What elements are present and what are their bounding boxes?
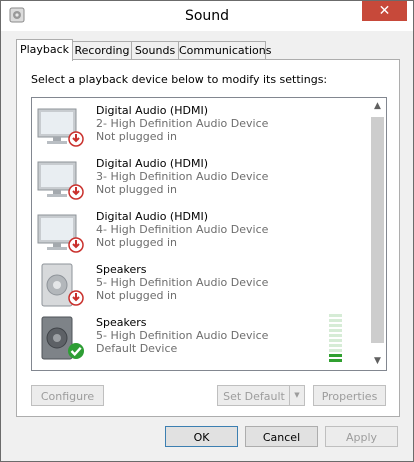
- device-driver: 3- High Definition Audio Device: [96, 170, 269, 183]
- device-list[interactable]: Digital Audio (HDMI) 2- High Definition …: [31, 97, 387, 371]
- device-name: Digital Audio (HDMI): [96, 104, 208, 117]
- device-info: Speakers 5- High Definition Audio Device…: [96, 263, 268, 302]
- scroll-down-arrow-icon[interactable]: ▼: [369, 353, 386, 370]
- device-name: Digital Audio (HDMI): [96, 157, 208, 170]
- window-title: Sound: [184, 8, 230, 24]
- device-item-speakers-unplugged[interactable]: Speakers 5- High Definition Audio Device…: [32, 257, 367, 310]
- device-driver: 5- High Definition Audio Device: [96, 329, 269, 342]
- monitor-icon: [37, 161, 84, 200]
- default-check-icon: [68, 343, 84, 359]
- playback-panel: Select a playback device below to modify…: [16, 59, 400, 417]
- device-item-hdmi-2[interactable]: Digital Audio (HDMI) 2- High Definition …: [32, 98, 367, 151]
- apply-button[interactable]: Apply: [325, 426, 398, 447]
- device-driver: 5- High Definition Audio Device: [96, 276, 269, 289]
- tab-sounds[interactable]: Sounds: [131, 41, 179, 59]
- device-item-speakers-default[interactable]: Speakers 5- High Definition Audio Device…: [32, 310, 367, 363]
- level-bar: [329, 314, 342, 317]
- instruction-text: Select a playback device below to modify…: [31, 73, 328, 86]
- level-bar: [329, 339, 342, 342]
- device-status: Not plugged in: [96, 236, 178, 249]
- level-bar: [329, 324, 342, 327]
- device-name: Speakers: [96, 263, 147, 276]
- level-bar: [329, 344, 342, 347]
- device-item-hdmi-3[interactable]: Digital Audio (HDMI) 3- High Definition …: [32, 151, 367, 204]
- level-bar: [329, 319, 342, 322]
- device-list-scrollbar[interactable]: ▲ ▼: [369, 98, 386, 370]
- tab-playback[interactable]: Playback: [16, 39, 73, 61]
- device-status: Not plugged in: [96, 183, 178, 196]
- title-bar: Sound ✕: [1, 1, 413, 31]
- close-button[interactable]: ✕: [362, 1, 407, 21]
- device-status: Not plugged in: [96, 130, 178, 143]
- device-info: Digital Audio (HDMI) 2- High Definition …: [96, 104, 268, 143]
- device-name: Speakers: [96, 316, 147, 329]
- level-bar: [329, 329, 342, 332]
- chevron-down-icon[interactable]: ▼: [289, 386, 304, 405]
- device-item-hdmi-4[interactable]: Digital Audio (HDMI) 4- High Definition …: [32, 204, 367, 257]
- monitor-icon: [37, 214, 84, 253]
- set-default-label: Set Default: [223, 390, 285, 403]
- sound-dialog: Sound ✕ Playback Recording Sounds Commun…: [0, 0, 414, 462]
- speaker-icon: [41, 263, 84, 307]
- properties-button[interactable]: Properties: [313, 385, 386, 406]
- close-icon: ✕: [378, 3, 391, 19]
- device-status: Not plugged in: [96, 289, 178, 302]
- device-info: Speakers 5- High Definition Audio Device…: [96, 316, 268, 355]
- speaker-icon: [41, 316, 84, 360]
- scroll-thumb[interactable]: [371, 117, 384, 343]
- device-info: Digital Audio (HDMI) 4- High Definition …: [96, 210, 268, 249]
- level-bar: [329, 349, 342, 352]
- device-driver: 4- High Definition Audio Device: [96, 223, 269, 236]
- level-bar: [329, 354, 342, 357]
- cancel-button[interactable]: Cancel: [245, 426, 318, 447]
- ok-button[interactable]: OK: [165, 426, 238, 447]
- configure-button[interactable]: Configure: [31, 385, 104, 406]
- device-name: Digital Audio (HDMI): [96, 210, 208, 223]
- set-default-button[interactable]: Set Default ▼: [217, 385, 305, 406]
- tab-communications[interactable]: Communications: [178, 41, 271, 59]
- device-status: Default Device: [96, 342, 178, 355]
- level-bar: [329, 359, 342, 362]
- monitor-icon: [37, 108, 84, 147]
- scroll-up-arrow-icon[interactable]: ▲: [369, 98, 386, 115]
- tab-recording[interactable]: Recording: [72, 41, 132, 59]
- volume-level-meter: [329, 314, 343, 364]
- device-info: Digital Audio (HDMI) 3- High Definition …: [96, 157, 268, 196]
- level-bar: [329, 334, 342, 337]
- device-driver: 2- High Definition Audio Device: [96, 117, 269, 130]
